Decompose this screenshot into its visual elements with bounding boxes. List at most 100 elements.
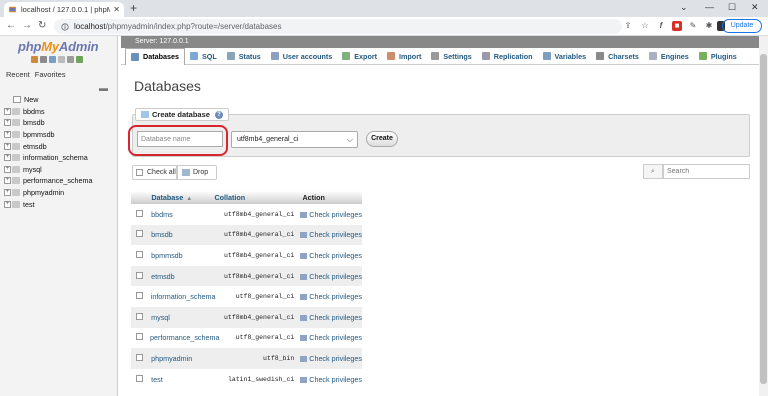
header-database[interactable]: Database ▲ [151,193,214,202]
bookmark-star-icon[interactable]: ☆ [640,21,650,31]
phpmyadmin-logo[interactable]: phpMyAdmin [18,39,99,54]
scrollbar-thumb[interactable] [760,54,767,384]
tree-item-database[interactable]: + phpmyadmin [4,187,93,199]
reload-button[interactable]: ↻ [38,20,46,32]
tree-item-label[interactable]: bmsdb [23,118,45,127]
check-privileges-link[interactable]: Check privileges [300,230,362,239]
row-checkbox[interactable] [136,312,143,320]
tree-item-label[interactable]: mysql [23,165,42,174]
home-icon[interactable] [31,56,38,63]
tab-user-accounts[interactable]: User accounts [266,48,338,65]
row-checkbox[interactable] [136,353,143,361]
row-checkbox[interactable] [136,230,143,238]
sql-docs-icon[interactable] [76,56,83,63]
tree-item-database[interactable]: + test [4,198,93,210]
tree-item-label[interactable]: bpmmsdb [23,130,55,139]
tree-item-label[interactable]: test [23,200,35,209]
tree-item-database[interactable]: + bmsdb [4,117,93,129]
check-privileges-link[interactable]: Check privileges [300,313,362,322]
collation-select[interactable]: utf8mb4_general_ci ⌵ [231,131,358,148]
browser-tab[interactable]: localhost / 127.0.0.1 | phpMyAdmin ✕ [4,2,124,17]
extension-red-icon[interactable]: ■ [672,21,682,31]
database-search-input[interactable] [663,164,750,179]
tab-export[interactable]: Export [337,48,382,65]
tree-item-label[interactable]: etmsdb [23,142,47,151]
expand-icon[interactable]: + [4,200,11,208]
check-privileges-link[interactable]: Check privileges [300,354,362,363]
settings-gear-icon[interactable] [58,56,65,63]
tab-variables[interactable]: Variables [538,48,592,65]
eyedropper-icon[interactable]: ✎ [688,21,698,31]
tree-item-database[interactable]: + mysql [4,164,93,176]
extensions-puzzle-icon[interactable]: ✱ [704,21,714,31]
check-privileges-link[interactable]: Check privileges [300,292,362,301]
check-privileges-link[interactable]: Check privileges [300,251,362,260]
tab-sql[interactable]: SQL [185,48,222,65]
tab-import[interactable]: Import [382,48,426,65]
reload-nav-icon[interactable] [67,56,74,63]
docs-icon[interactable] [49,56,56,63]
exit-icon[interactable] [40,56,47,63]
row-checkbox[interactable] [136,374,143,382]
favorites-tab[interactable]: Favorites [35,70,66,79]
database-name-link[interactable]: performance_schema [150,333,220,342]
tab-status[interactable]: Status [222,48,266,65]
expand-icon[interactable]: + [4,119,11,127]
window-maximize-button[interactable]: ☐ [728,2,736,13]
expand-icon[interactable]: + [4,107,11,115]
database-name-link[interactable]: bbdms [151,210,213,219]
row-checkbox[interactable] [136,250,143,258]
tree-item-database[interactable]: + performance_schema [4,175,93,187]
row-checkbox[interactable] [136,333,143,341]
tab-plugins[interactable]: Plugins [694,48,742,65]
check-all-checkbox[interactable] [136,169,143,176]
update-button[interactable]: Update [722,19,762,33]
page-scrollbar[interactable] [759,36,768,396]
check-privileges-link[interactable]: Check privileges [300,210,362,219]
expand-icon[interactable]: + [4,154,11,162]
database-name-link[interactable]: etmsdb [151,272,213,281]
expand-icon[interactable]: + [4,189,11,197]
tab-replication[interactable]: Replication [477,48,538,65]
tree-item-label[interactable]: bbdms [23,107,45,116]
check-privileges-link[interactable]: Check privileges [300,375,362,384]
tab-engines[interactable]: Engines [644,48,694,65]
new-tab-button[interactable]: + [130,2,137,15]
tree-item-label[interactable]: information_schema [23,153,88,162]
collapse-all-icon[interactable]: ▬ [99,83,108,93]
back-button[interactable]: ← [6,20,16,32]
tree-item-database[interactable]: + etmsdb [4,140,93,152]
expand-icon[interactable]: + [4,165,11,173]
share-icon[interactable]: ⇪ [623,21,633,31]
row-checkbox[interactable] [136,292,143,300]
tab-settings[interactable]: Settings [426,48,476,65]
expand-icon[interactable]: + [4,131,11,139]
tree-item-label[interactable]: phpmyadmin [23,188,64,197]
create-button[interactable]: Create [366,131,398,147]
tab-charsets[interactable]: Charsets [591,48,644,65]
check-privileges-link[interactable]: Check privileges [300,333,362,342]
tree-item-database[interactable]: + bpmmsdb [4,129,93,141]
database-name-link[interactable]: mysql [151,313,213,322]
row-checkbox[interactable] [136,209,143,217]
window-close-button[interactable]: ✕ [751,2,759,13]
header-collation[interactable]: Collation [214,193,302,202]
check-privileges-link[interactable]: Check privileges [300,272,362,281]
search-icon[interactable]: ⌕ [643,164,663,179]
recent-tab[interactable]: Recent [6,70,30,79]
help-icon[interactable]: ? [214,110,223,119]
tree-item-database[interactable]: + bbdms [4,106,93,118]
tree-item-database[interactable]: + information_schema [4,152,93,164]
check-all-button[interactable]: Check all [132,165,177,180]
database-name-link[interactable]: information_schema [151,292,216,301]
tab-search-icon[interactable]: ⌄ [680,2,688,13]
formula-extension-icon[interactable]: f [656,21,666,31]
database-name-link[interactable]: bmsdb [151,230,213,239]
server-breadcrumb[interactable]: Server: 127.0.0.1 [121,36,765,48]
forward-button[interactable]: → [22,20,32,32]
row-checkbox[interactable] [136,271,143,279]
address-bar[interactable]: localhost/phpmyadmin/index.php?route=/se… [54,19,622,34]
tree-item-label[interactable]: performance_schema [23,176,93,185]
tab-close-icon[interactable]: ✕ [113,5,120,14]
drop-button[interactable]: Drop [177,165,217,180]
